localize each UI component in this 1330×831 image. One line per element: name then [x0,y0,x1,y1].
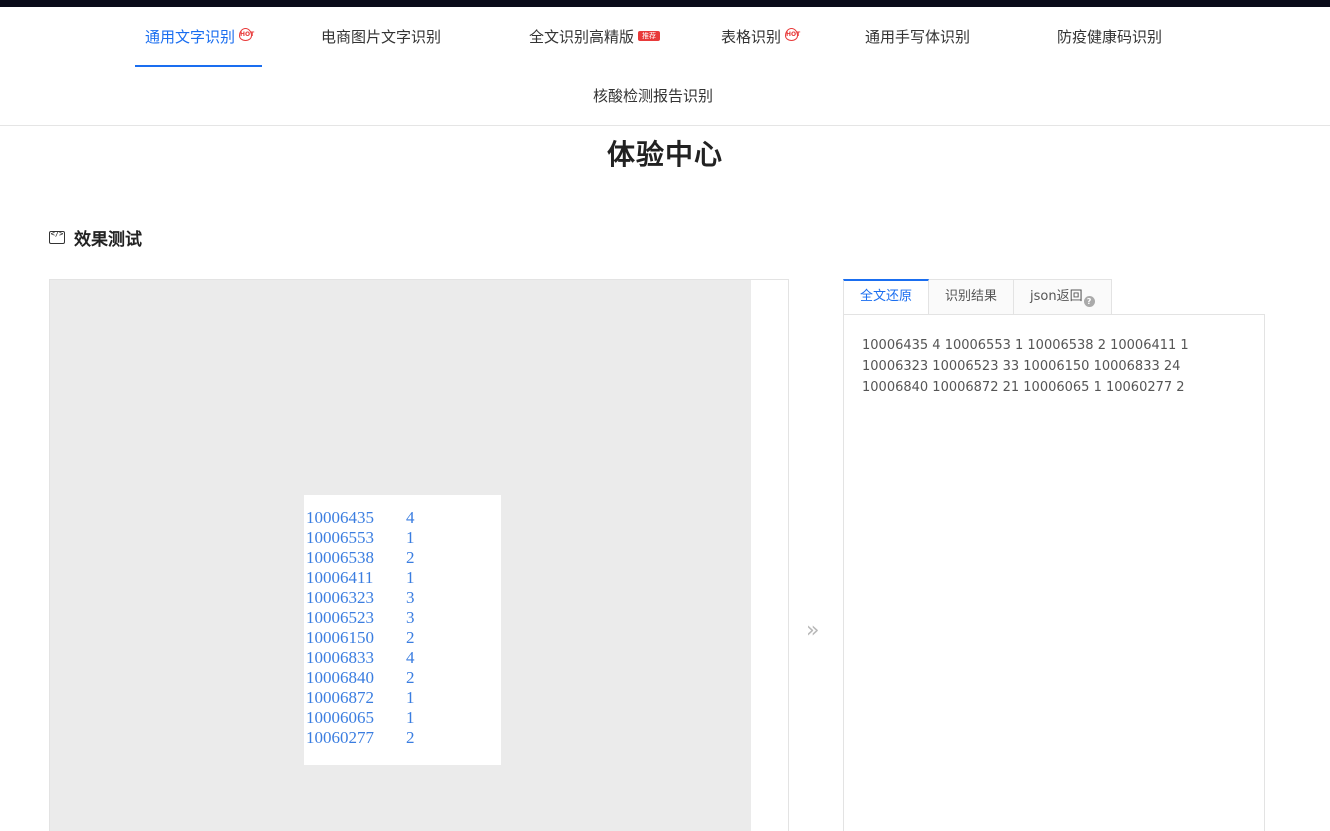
sample-row: 10006872 1 [306,688,501,708]
code-icon [49,230,65,244]
sample-row: 10006065 1 [306,708,501,728]
sample-count: 4 [406,508,415,527]
sample-row: 10006553 1 [306,528,501,548]
question-icon[interactable]: ? [1083,296,1095,307]
image-upload-panel[interactable]: 10006435 4 10006553 1 10006538 2 10006411 1 … [49,279,789,831]
hot-icon: HOT [785,28,800,41]
nav-tab-ecommerce-ocr[interactable]: 电商图片文字识别 [321,7,441,67]
top-bar [0,0,1330,7]
sample-number: 10006840 [306,668,374,687]
nav-tab-label: 表格识别 [721,28,782,46]
recommend-badge: 推荐 [638,31,661,41]
sample-number: 10006523 [306,608,374,627]
nav-tab-label: 通用文字识别 [145,28,236,46]
active-tab-underline [135,65,263,67]
tab-json-return[interactable]: json返回? [1014,279,1112,315]
sample-count: 3 [406,608,415,627]
page-title: 体验中心 [606,138,723,171]
sample-row: 10060277 2 [306,728,501,748]
tab-label: json返回 [1030,289,1083,304]
nav-tab-nucleic-test-ocr[interactable]: 核酸检测报告识别 [593,66,713,126]
sample-count: 1 [406,568,415,587]
nav-tab-label: 防疫健康码识别 [1057,28,1163,46]
sample-row: 10006323 3 [306,588,501,608]
nav-tab-label: 核酸检测报告识别 [593,87,714,105]
sample-count: 2 [406,668,415,687]
sample-row: 10006150 2 [306,628,501,648]
nav-tab-table-ocr[interactable]: 表格识别 HOT [721,7,800,67]
sample-count: 2 [406,728,415,747]
sample-count: 3 [406,588,415,607]
tab-fulltext-restore[interactable]: 全文还原 [843,279,930,315]
result-content: 10006435 4 10006553 1 10006538 2 1000641… [843,314,1265,831]
sample-row: 10006411 1 [306,568,501,588]
sample-row: 10006538 2 [306,548,501,568]
result-panel: 全文还原 识别结果 json返回? 10006435 4 10006553 1 … [843,279,1265,831]
nav-tab-health-code-ocr[interactable]: 防疫健康码识别 [1057,7,1162,67]
nav-tab-label: 全文识别高精版 [529,28,635,46]
sample-number: 10006435 [306,508,374,527]
sample-image: 10006435 4 10006553 1 10006538 2 10006411 1 … [304,495,501,765]
sample-count: 2 [406,628,415,647]
nav-tab-handwriting-ocr[interactable]: 通用手写体识别 [865,7,970,67]
product-nav: 通用文字识别 HOT 电商图片文字识别 全文识别高精版 推荐 表格识别 HOT 通用手… [0,7,1330,126]
sample-row: 10006833 4 [306,648,501,668]
sample-number: 10006411 [306,568,374,587]
sample-count: 1 [406,528,415,547]
image-preview-area[interactable]: 10006435 4 10006553 1 10006538 2 10006411 1 … [50,280,751,831]
nav-tab-fulltext-hd[interactable]: 全文识别高精版 推荐 [529,7,661,67]
sample-count: 2 [406,548,415,567]
section-label: 效果测试 [74,229,142,250]
nav-tab-label: 通用手写体识别 [865,28,971,46]
nav-tab-general-ocr[interactable]: 通用文字识别 HOT [135,7,263,67]
sample-count: 4 [406,648,415,667]
double-chevron-right-icon: » [806,618,820,643]
sample-row: 10006840 2 [306,668,501,688]
sample-number: 10060277 [306,728,374,747]
result-tabs: 全文还原 识别结果 json返回? [843,279,1112,315]
sample-number: 10006538 [306,548,374,567]
sample-count: 1 [406,708,415,727]
sample-row: 10006435 4 [306,508,501,528]
sample-number: 10006323 [306,588,374,607]
sample-number: 10006065 [306,708,374,727]
tab-recognition-result[interactable]: 识别结果 [929,279,1015,315]
nav-tab-label: 电商图片文字识别 [321,28,442,46]
sample-row: 10006523 3 [306,608,501,628]
sample-count: 1 [406,688,415,707]
result-text: 10006435 4 10006553 1 10006538 2 1000641… [862,338,1189,395]
hot-icon: HOT [239,28,254,41]
sample-number: 10006872 [306,688,374,707]
sample-number: 10006553 [306,528,374,547]
section-header: 效果测试 [49,226,142,250]
sample-number: 10006150 [306,628,374,647]
sample-number: 10006833 [306,648,374,667]
